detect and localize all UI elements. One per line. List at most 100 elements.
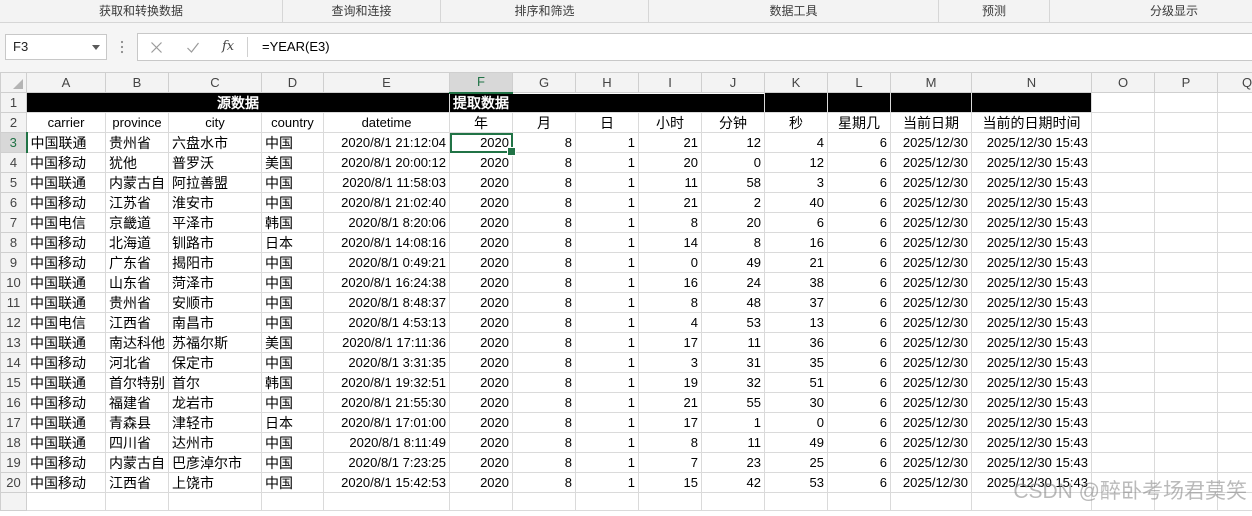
cell-j19[interactable]: 23 [701, 452, 765, 473]
cell-d4[interactable]: 美国 [261, 152, 324, 173]
cell-c11[interactable]: 安顺市 [168, 292, 262, 313]
cell-g18[interactable]: 8 [512, 432, 576, 453]
cell-c9[interactable]: 揭阳市 [168, 252, 262, 273]
cell-k1[interactable] [764, 92, 828, 113]
cell-d13[interactable]: 美国 [261, 332, 324, 353]
cell-n14[interactable]: 2025/12/30 15:43 [971, 352, 1092, 373]
cell-k13[interactable]: 36 [764, 332, 828, 353]
cell-a9[interactable]: 中国移动 [26, 252, 106, 273]
cell-l17[interactable]: 6 [827, 412, 891, 433]
cell-d17[interactable]: 日本 [261, 412, 324, 433]
cell-l11[interactable]: 6 [827, 292, 891, 313]
cell-empty-k[interactable] [764, 492, 828, 511]
cell-n18[interactable]: 2025/12/30 15:43 [971, 432, 1092, 453]
cell-l14[interactable]: 6 [827, 352, 891, 373]
column-header-q[interactable]: Q [1217, 72, 1252, 93]
cell-g7[interactable]: 8 [512, 212, 576, 233]
cell-b20[interactable]: 江西省 [105, 472, 169, 493]
cell-q9[interactable] [1217, 252, 1252, 273]
cell-e20[interactable]: 2020/8/1 15:42:53 [323, 472, 450, 493]
cell-n10[interactable]: 2025/12/30 15:43 [971, 272, 1092, 293]
cell-e11[interactable]: 2020/8/1 8:48:37 [323, 292, 450, 313]
cell-n13[interactable]: 2025/12/30 15:43 [971, 332, 1092, 353]
cell-l20[interactable]: 6 [827, 472, 891, 493]
cell-e4[interactable]: 2020/8/1 20:00:12 [323, 152, 450, 173]
cell-i19[interactable]: 7 [638, 452, 702, 473]
cell-d6[interactable]: 中国 [261, 192, 324, 213]
column-title-a[interactable]: carrier [26, 112, 106, 133]
cell-m1[interactable] [890, 92, 972, 113]
cell-m13[interactable]: 2025/12/30 [890, 332, 972, 353]
cell-n11[interactable]: 2025/12/30 15:43 [971, 292, 1092, 313]
cell-g13[interactable]: 8 [512, 332, 576, 353]
cell-j12[interactable]: 53 [701, 312, 765, 333]
row-header-12[interactable]: 12 [0, 312, 27, 333]
cell-f6[interactable]: 2020 [449, 192, 513, 213]
cell-g8[interactable]: 8 [512, 232, 576, 253]
cell-o4[interactable] [1091, 152, 1155, 173]
cell-h10[interactable]: 1 [575, 272, 639, 293]
cell-h5[interactable]: 1 [575, 172, 639, 193]
cell-p11[interactable] [1154, 292, 1218, 313]
cell-empty-e[interactable] [323, 492, 450, 511]
cell-i6[interactable]: 21 [638, 192, 702, 213]
cell-m11[interactable]: 2025/12/30 [890, 292, 972, 313]
column-header-d[interactable]: D [261, 72, 324, 93]
cell-o13[interactable] [1091, 332, 1155, 353]
cell-p10[interactable] [1154, 272, 1218, 293]
cell-b15[interactable]: 首尔特别 [105, 372, 169, 393]
cell-o1[interactable] [1091, 92, 1155, 113]
column-header-a[interactable]: A [26, 72, 106, 93]
cell-o8[interactable] [1091, 232, 1155, 253]
cell-a8[interactable]: 中国移动 [26, 232, 106, 253]
cell-b7[interactable]: 京畿道 [105, 212, 169, 233]
row-header-7[interactable]: 7 [0, 212, 27, 233]
cell-d11[interactable]: 中国 [261, 292, 324, 313]
cell-l10[interactable]: 6 [827, 272, 891, 293]
cell-h15[interactable]: 1 [575, 372, 639, 393]
cell-i8[interactable]: 14 [638, 232, 702, 253]
cell-i11[interactable]: 8 [638, 292, 702, 313]
cell-m16[interactable]: 2025/12/30 [890, 392, 972, 413]
column-header-g[interactable]: G [512, 72, 576, 93]
cell-j9[interactable]: 49 [701, 252, 765, 273]
cell-p16[interactable] [1154, 392, 1218, 413]
cell-j20[interactable]: 42 [701, 472, 765, 493]
cell-l12[interactable]: 6 [827, 312, 891, 333]
cell-c5[interactable]: 阿拉善盟 [168, 172, 262, 193]
cell-k12[interactable]: 13 [764, 312, 828, 333]
cell-j6[interactable]: 2 [701, 192, 765, 213]
cell-d10[interactable]: 中国 [261, 272, 324, 293]
column-title-e[interactable]: datetime [323, 112, 450, 133]
cell-j10[interactable]: 24 [701, 272, 765, 293]
ribbon-group-queries-connections[interactable]: 查询和连接 [283, 0, 441, 22]
cell-k3[interactable]: 4 [764, 132, 828, 153]
ribbon-group-forecast[interactable]: 预测 [939, 0, 1050, 22]
cell-m17[interactable]: 2025/12/30 [890, 412, 972, 433]
cell-o12[interactable] [1091, 312, 1155, 333]
cell-d16[interactable]: 中国 [261, 392, 324, 413]
more-options-icon[interactable] [120, 40, 124, 54]
cell-k11[interactable]: 37 [764, 292, 828, 313]
cell-h20[interactable]: 1 [575, 472, 639, 493]
cell-j3[interactable]: 12 [701, 132, 765, 153]
cell-k7[interactable]: 6 [764, 212, 828, 233]
cell-g5[interactable]: 8 [512, 172, 576, 193]
cell-j8[interactable]: 8 [701, 232, 765, 253]
cell-b13[interactable]: 南达科他 [105, 332, 169, 353]
cell-a19[interactable]: 中国移动 [26, 452, 106, 473]
cell-j14[interactable]: 31 [701, 352, 765, 373]
source-data-title[interactable]: 源数据 [26, 92, 450, 113]
cell-o2[interactable] [1091, 112, 1155, 133]
cell-k19[interactable]: 25 [764, 452, 828, 473]
cell-q10[interactable] [1217, 272, 1252, 293]
cell-q7[interactable] [1217, 212, 1252, 233]
cell-b12[interactable]: 江西省 [105, 312, 169, 333]
cell-b8[interactable]: 北海道 [105, 232, 169, 253]
cell-c16[interactable]: 龙岩市 [168, 392, 262, 413]
column-header-m[interactable]: M [890, 72, 972, 93]
cell-p19[interactable] [1154, 452, 1218, 473]
cell-n19[interactable]: 2025/12/30 15:43 [971, 452, 1092, 473]
cell-q19[interactable] [1217, 452, 1252, 473]
cell-d3[interactable]: 中国 [261, 132, 324, 153]
